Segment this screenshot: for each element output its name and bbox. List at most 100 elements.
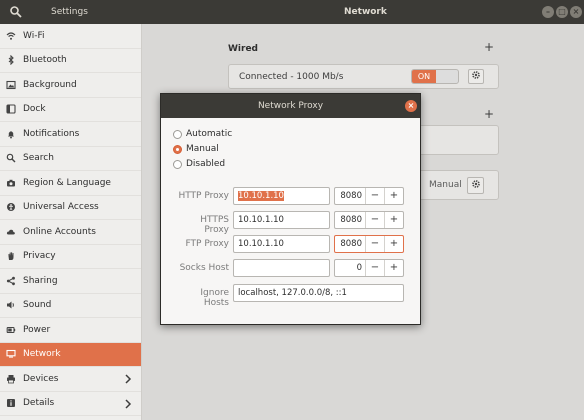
sidebar-item-network[interactable]: Network: [0, 342, 141, 367]
sidebar-item-label: Universal Access: [23, 202, 99, 213]
cloud-icon: [6, 227, 16, 237]
sidebar-item-label: Bluetooth: [23, 55, 67, 66]
sidebar-item-label: Sharing: [23, 275, 58, 286]
gear-icon: [471, 179, 481, 192]
sidebar-item-region-language[interactable]: Region & Language: [0, 171, 141, 196]
increment-button[interactable]: +: [384, 188, 403, 204]
accessibility-icon: [6, 202, 16, 212]
socks-host-port-spinner[interactable]: 0− +: [334, 259, 404, 277]
app-title: Settings: [51, 7, 88, 17]
radio-manual[interactable]: Manual: [173, 143, 219, 155]
wired-toggle-switch[interactable]: ON: [411, 69, 459, 84]
sidebar-item-label: Network: [23, 349, 61, 360]
sidebar-item-label: Power: [23, 324, 51, 335]
decrement-button[interactable]: −: [365, 260, 384, 276]
sidebar-item-label: Privacy: [23, 251, 56, 262]
port-value[interactable]: 8080: [338, 212, 362, 228]
decrement-button[interactable]: −: [365, 236, 384, 252]
http-proxy-port-spinner[interactable]: 8080− +: [334, 187, 404, 205]
ftp-proxy-host-input[interactable]: 10.10.1.10: [233, 235, 330, 253]
sidebar-item-devices[interactable]: Devices: [0, 367, 141, 392]
sidebar-item-label: Background: [23, 79, 77, 90]
add-wired-button[interactable]: +: [484, 40, 494, 54]
sidebar-item-label: Devices: [23, 373, 59, 384]
wired-connection-row: Connected - 1000 Mb/s ON: [228, 64, 499, 89]
maximize-icon[interactable]: □: [556, 6, 568, 18]
https-proxy-port-spinner[interactable]: 8080− +: [334, 211, 404, 229]
increment-button[interactable]: +: [384, 212, 403, 228]
http-proxy-label: HTTP Proxy: [178, 191, 229, 201]
radio-indicator-selected: [173, 144, 182, 154]
minimize-icon[interactable]: –: [542, 6, 554, 18]
network-icon: [6, 349, 16, 359]
power-icon: [6, 325, 16, 335]
sidebar-item-label: Online Accounts: [23, 226, 96, 237]
share-icon: [6, 276, 16, 286]
dialog-close-icon[interactable]: ×: [405, 100, 417, 112]
dock-icon: [6, 104, 16, 114]
sidebar-item-wi-fi[interactable]: Wi-Fi: [0, 24, 141, 49]
sidebar-item-dock[interactable]: Dock: [0, 98, 141, 122]
toggle-on-label: ON: [412, 70, 436, 83]
socks-host-host-input[interactable]: [233, 259, 330, 277]
host-value: 10.10.1.10: [238, 215, 284, 225]
sidebar-item-label: Details: [23, 398, 55, 409]
proxy-settings-button[interactable]: [467, 177, 484, 194]
wired-section-title: Wired: [228, 44, 258, 54]
sidebar-item-label: Region & Language: [23, 177, 111, 188]
info-icon: [6, 398, 16, 408]
printer-icon: [6, 374, 16, 384]
add-vpn-button[interactable]: +: [484, 107, 494, 121]
sidebar-item-label: Wi-Fi: [23, 30, 45, 41]
sidebar-item-details[interactable]: Details: [0, 392, 141, 416]
page-title: Network: [344, 7, 387, 17]
ftp-proxy-label: FTP Proxy: [185, 239, 229, 249]
ftp-proxy-port-spinner[interactable]: 8080− +: [334, 235, 404, 253]
port-value[interactable]: 8080: [338, 236, 362, 252]
sidebar: Wi-Fi Bluetooth Background Dock Notification…: [0, 24, 142, 420]
radio-indicator: [173, 129, 182, 139]
sidebar-item-universal-access[interactable]: Universal Access: [0, 196, 141, 220]
search-icon: [6, 153, 16, 163]
close-icon[interactable]: ×: [570, 6, 582, 18]
radio-label: Disabled: [186, 159, 226, 169]
host-value: 10.10.1.10: [238, 239, 284, 249]
radio-label: Manual: [186, 144, 219, 154]
camera-icon: [6, 178, 16, 188]
bell-icon: [6, 129, 16, 139]
proxy-method-value: Manual: [429, 180, 462, 190]
sidebar-item-sharing[interactable]: Sharing: [0, 269, 141, 294]
wired-status: Connected - 1000 Mb/s: [239, 72, 344, 82]
radio-disabled[interactable]: Disabled: [173, 158, 225, 170]
socks-host-label: Socks Host: [179, 263, 229, 273]
sidebar-item-notifications[interactable]: Notifications: [0, 122, 141, 147]
decrement-button[interactable]: −: [365, 212, 384, 228]
sidebar-item-label: Search: [23, 153, 54, 164]
decrement-button[interactable]: −: [365, 188, 384, 204]
sidebar-item-bluetooth[interactable]: Bluetooth: [0, 49, 141, 73]
sidebar-item-privacy[interactable]: Privacy: [0, 245, 141, 269]
port-value[interactable]: 0: [338, 260, 362, 276]
sidebar-item-background[interactable]: Background: [0, 73, 141, 98]
host-value: 10.10.1.10: [238, 191, 284, 201]
increment-button[interactable]: +: [384, 260, 403, 276]
wired-settings-button[interactable]: [468, 69, 484, 84]
window-titlebar: Settings Network – □ ×: [0, 0, 584, 24]
radio-automatic[interactable]: Automatic: [173, 128, 232, 140]
sidebar-item-search[interactable]: Search: [0, 147, 141, 171]
dialog-header: Network Proxy ×: [161, 94, 420, 118]
port-value[interactable]: 8080: [338, 188, 362, 204]
https-proxy-host-input[interactable]: 10.10.1.10: [233, 211, 330, 229]
network-proxy-dialog: Network Proxy × Automatic Manual Disable…: [160, 93, 421, 325]
increment-button[interactable]: +: [384, 236, 403, 252]
sidebar-item-power[interactable]: Power: [0, 318, 141, 343]
ignore-hosts-input[interactable]: localhost, 127.0.0.0/8, ::1: [233, 284, 404, 302]
search-icon[interactable]: [9, 5, 23, 19]
speaker-icon: [6, 300, 16, 310]
sidebar-item-online-accounts[interactable]: Online Accounts: [0, 220, 141, 245]
http-proxy-host-input[interactable]: 10.10.1.10: [233, 187, 330, 205]
radio-label: Automatic: [186, 129, 233, 139]
sidebar-item-sound[interactable]: Sound: [0, 294, 141, 318]
chevron-right-icon: [123, 398, 133, 410]
sidebar-item-label: Sound: [23, 300, 52, 311]
